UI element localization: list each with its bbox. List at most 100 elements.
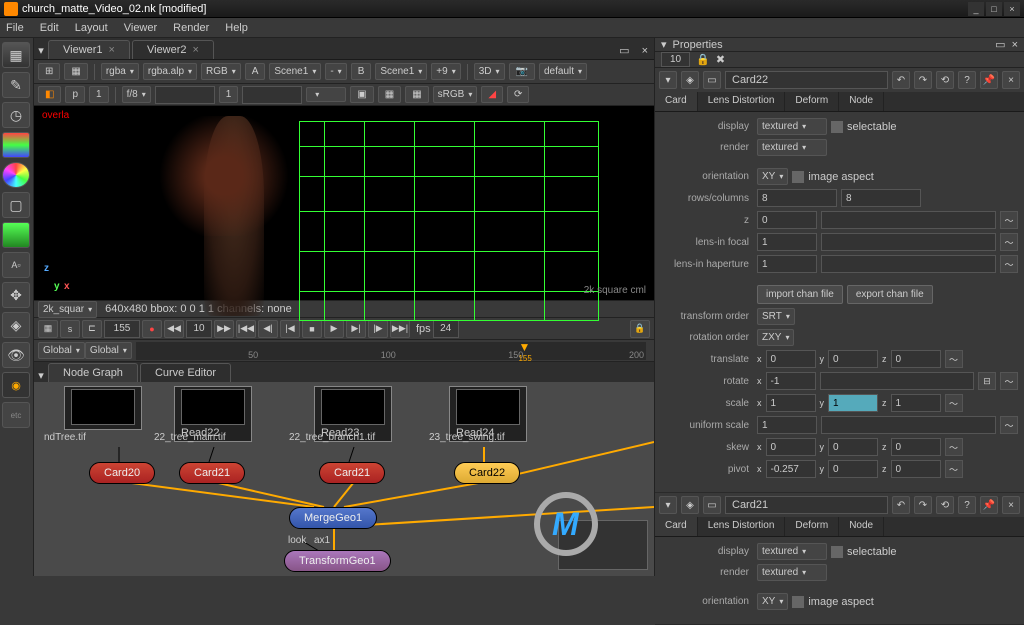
playhead-icon[interactable]: ▼155 <box>518 340 531 363</box>
anim-icon[interactable]: 〜 <box>1000 372 1018 390</box>
selectable-checkbox[interactable] <box>831 121 843 133</box>
close-button[interactable]: × <box>1004 2 1020 16</box>
b-scene-dropdown[interactable]: Scene1 <box>375 63 427 80</box>
node-card21[interactable]: Card21 <box>179 462 245 484</box>
tool-color[interactable] <box>2 162 30 188</box>
proxy-button[interactable]: 1 <box>89 86 109 103</box>
tool-image[interactable]: ▦ <box>2 42 30 68</box>
center-icon[interactable]: ◈ <box>681 496 699 514</box>
skx-input[interactable] <box>766 438 816 456</box>
tool-other[interactable]: ◉ <box>2 372 30 398</box>
channel-rgba-dropdown[interactable]: rgba <box>101 63 139 80</box>
float-icon[interactable]: ▭ <box>703 71 721 89</box>
collapse-icon[interactable]: ▾ <box>659 496 677 514</box>
lock-icon[interactable]: 🔒 <box>696 53 710 66</box>
vt-icon[interactable]: ▦ <box>64 63 87 80</box>
node-name-input[interactable] <box>725 71 888 89</box>
step-fwd-button[interactable]: |▶ <box>368 320 388 338</box>
view-dropdown[interactable]: default <box>539 63 587 80</box>
rx-input[interactable] <box>766 372 816 390</box>
redo-icon[interactable]: ↷ <box>914 71 932 89</box>
play-button[interactable]: ▶ <box>324 320 344 338</box>
aspect-checkbox[interactable] <box>792 596 804 608</box>
step-back-button[interactable]: ◀| <box>258 320 278 338</box>
prop-count[interactable]: 10 <box>661 52 690 67</box>
frame-ruler[interactable]: 50 100 150 200 ▼155 <box>136 342 646 360</box>
sz-input[interactable] <box>891 394 941 412</box>
node-card22[interactable]: Card22 <box>454 462 520 484</box>
pane-float-icon[interactable]: ▭ <box>613 42 635 59</box>
pane-close-icon[interactable]: × <box>1012 39 1018 51</box>
node-card22-g[interactable]: Card21 <box>319 462 385 484</box>
b-input-button[interactable]: B <box>351 63 372 80</box>
to-end-button[interactable]: ▶▶| <box>390 320 410 338</box>
close-icon[interactable]: × <box>193 44 199 56</box>
camera-icon[interactable]: 📷 <box>509 63 535 80</box>
3d-dropdown[interactable]: 3D <box>474 63 505 80</box>
skip-fwd-button[interactable]: ▶▶ <box>214 320 234 338</box>
revert-icon[interactable]: ⟲ <box>936 496 954 514</box>
undo-icon[interactable]: ↶ <box>892 496 910 514</box>
node-transformgeo1[interactable]: TransformGeo1 <box>284 550 391 572</box>
clear-icon[interactable]: ✖ <box>716 53 725 66</box>
overlay-icon[interactable]: ▦ <box>378 86 401 103</box>
sky-input[interactable] <box>828 438 878 456</box>
tool-etc[interactable]: etc <box>2 402 30 428</box>
tool-keyer[interactable] <box>2 222 30 248</box>
skip-back-button[interactable]: ◀◀ <box>164 320 184 338</box>
menu-file[interactable]: File <box>6 22 24 34</box>
cols-input[interactable] <box>841 189 921 207</box>
lenshap-input[interactable] <box>757 255 817 273</box>
anim-icon[interactable]: 〜 <box>1000 255 1018 273</box>
tool-merge[interactable]: A▫ <box>2 252 30 278</box>
node-card20[interactable]: Card20 <box>89 462 155 484</box>
tab-viewer2[interactable]: Viewer2× <box>132 40 214 59</box>
node-read[interactable] <box>64 386 142 430</box>
node-graph[interactable]: ndTree.tif Read22 22_tree_main.tif Read2… <box>34 382 654 576</box>
tab-card[interactable]: Card <box>655 517 698 536</box>
overlay2-icon[interactable]: ▦ <box>405 86 428 103</box>
wipe-icon[interactable]: ◢ <box>481 86 503 103</box>
next-key-button[interactable]: ▶| <box>346 320 366 338</box>
anim-icon[interactable]: 〜 <box>945 394 963 412</box>
lensfocal-input[interactable] <box>757 233 817 251</box>
help-icon[interactable]: ? <box>958 71 976 89</box>
gain-dropdown[interactable]: +9 <box>431 63 460 80</box>
split-icon[interactable]: ⊟ <box>978 372 996 390</box>
z-input[interactable] <box>757 211 817 229</box>
lut-dropdown[interactable]: sRGB <box>433 86 478 103</box>
tool-3d[interactable]: ◈ <box>2 312 30 338</box>
tool-time[interactable]: ◷ <box>2 102 30 128</box>
rotate-slider[interactable] <box>820 372 975 390</box>
menu-help[interactable]: Help <box>225 22 248 34</box>
tool-filter[interactable]: ▢ <box>2 192 30 218</box>
pin-icon[interactable]: 📌 <box>980 496 998 514</box>
a-scene-dropdown[interactable]: Scene1 <box>269 63 321 80</box>
lock-icon[interactable]: 🔒 <box>630 320 650 338</box>
selectable-checkbox[interactable] <box>831 546 843 558</box>
rgb-dropdown[interactable]: RGB <box>201 63 241 80</box>
undo-icon[interactable]: ↶ <box>892 71 910 89</box>
a-input-button[interactable]: A <box>245 63 266 80</box>
display-dropdown[interactable]: textured <box>757 118 827 135</box>
close-icon[interactable]: × <box>1002 496 1020 514</box>
tab-node[interactable]: Node <box>839 517 884 536</box>
menu-layout[interactable]: Layout <box>75 22 108 34</box>
px-input[interactable] <box>766 460 816 478</box>
zoom-dropdown[interactable] <box>306 87 346 102</box>
tabs-menu-icon[interactable]: ▾ <box>34 41 48 59</box>
skip-input[interactable] <box>186 320 212 338</box>
menu-edit[interactable]: Edit <box>40 22 59 34</box>
frame-input[interactable] <box>104 320 140 338</box>
redo-icon[interactable]: ↷ <box>914 496 932 514</box>
menu-viewer[interactable]: Viewer <box>124 22 157 34</box>
fps-input[interactable] <box>433 320 459 338</box>
timeline-icon[interactable]: ▦ <box>38 320 58 338</box>
node-mergegeo1[interactable]: MergeGeo1 <box>289 507 377 529</box>
lenshap-slider[interactable] <box>821 255 996 273</box>
render-dropdown[interactable]: textured <box>757 139 827 156</box>
float-icon[interactable]: ▭ <box>703 496 721 514</box>
format-dropdown[interactable]: 2k_squar <box>38 301 97 318</box>
tool-channel[interactable] <box>2 132 30 158</box>
viewport[interactable]: overla zyx 2k square cml <box>34 106 654 300</box>
